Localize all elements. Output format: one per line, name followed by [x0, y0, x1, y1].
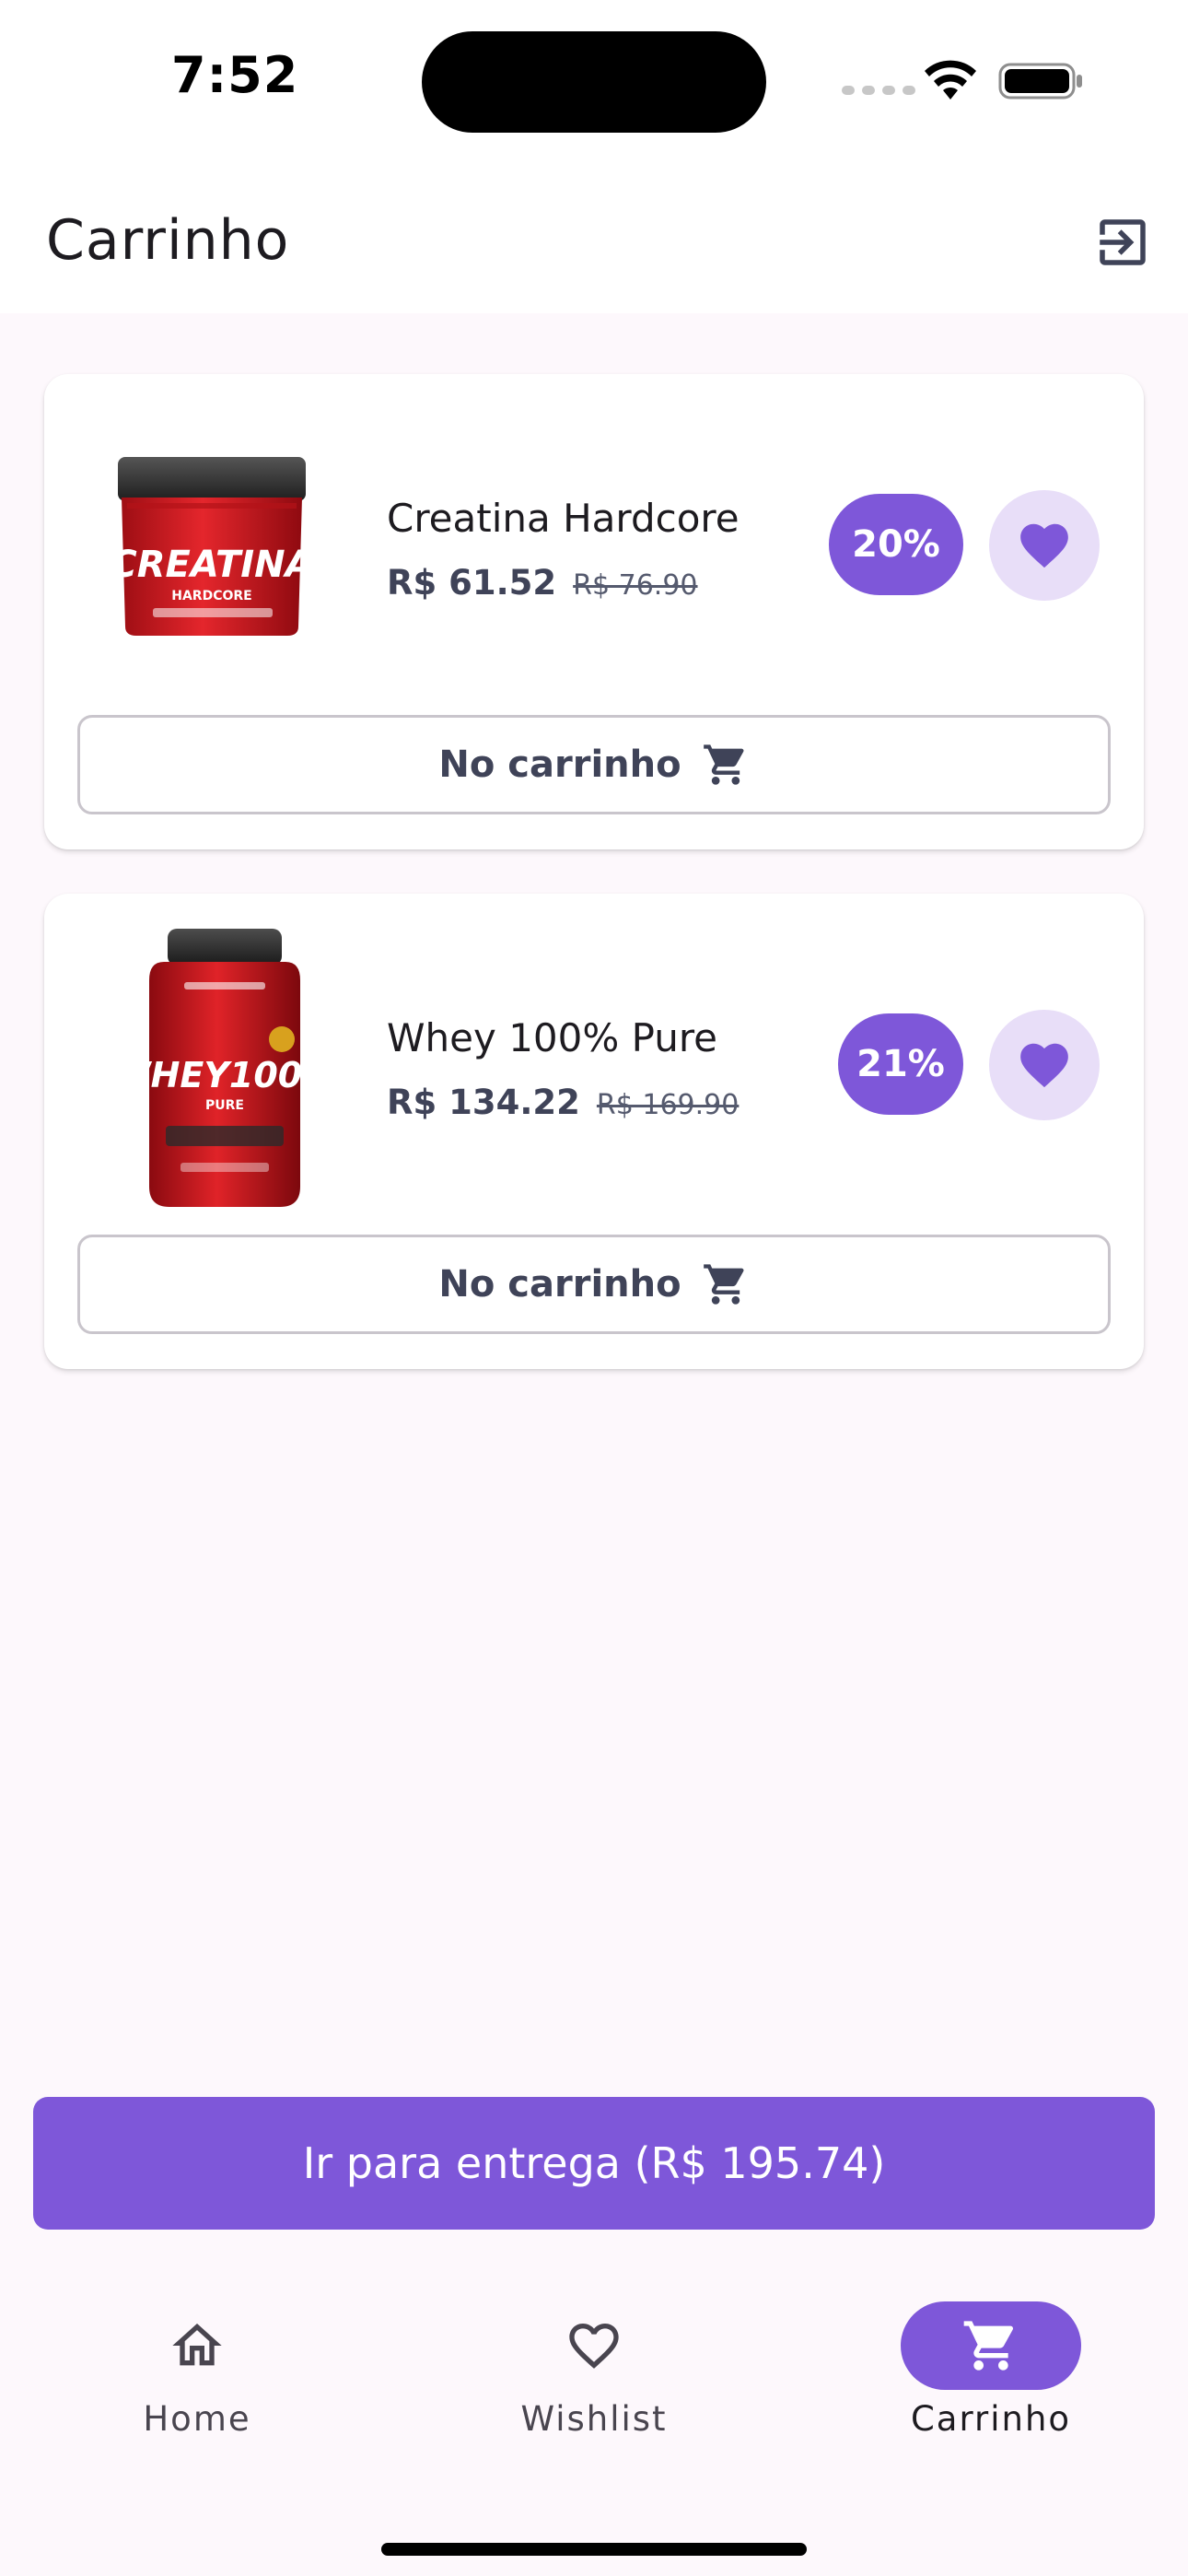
bottom-navigation: Home Wishlist Carrinho: [0, 2259, 1188, 2576]
product-image-label: WHEY100%: [112, 1055, 328, 1095]
nav-item-wishlist[interactable]: Wishlist: [456, 2301, 732, 2458]
cellular-signal-icon: [842, 86, 915, 95]
nav-pill: [504, 2301, 684, 2390]
product-image-label: CREATINA: [110, 544, 313, 586]
cart-icon: [703, 1264, 744, 1305]
status-bar: 7:52: [0, 0, 1188, 175]
product-image-sublabel: HARDCORE: [171, 589, 251, 603]
cart-icon: [963, 2321, 1014, 2371]
cart-item-card: CREATINA HARDCORE Creatina Hardcore R$ 6…: [44, 374, 1144, 849]
product-image-whey: WHEY100% PURE: [112, 929, 328, 1207]
heart-icon: [569, 2324, 619, 2369]
nav-pill: [107, 2301, 287, 2390]
nav-label: Carrinho: [910, 2399, 1072, 2439]
in-cart-label: No carrinho: [438, 1263, 681, 1306]
product-price: R$ 134.22: [387, 1083, 580, 1122]
product-image-sublabel: PURE: [205, 1098, 244, 1113]
app-bar: Carrinho: [0, 175, 1188, 313]
cart-item-card: WHEY100% PURE Whey 100% Pure R$ 134.22 R…: [44, 894, 1144, 1369]
in-cart-button[interactable]: No carrinho: [77, 715, 1111, 814]
price-row: R$ 61.52 R$ 76.90: [387, 563, 698, 603]
product-old-price: R$ 169.90: [596, 1089, 740, 1121]
page-title: Carrinho: [46, 208, 290, 273]
discount-badge: 21%: [838, 1013, 963, 1115]
battery-icon: [998, 63, 1082, 100]
home-icon: [172, 2324, 222, 2366]
product-name: Creatina Hardcore: [387, 496, 740, 541]
home-indicator: [381, 2543, 807, 2556]
wishlist-toggle-button[interactable]: [989, 1010, 1100, 1120]
product-old-price: R$ 76.90: [573, 569, 698, 602]
product-image-creatina: CREATINA HARDCORE: [110, 457, 314, 636]
heart-filled-icon: [1020, 523, 1068, 568]
price-row: R$ 134.22 R$ 169.90: [387, 1083, 739, 1122]
screen: 7:52 Carrinho CREATINA HARDCORE Creatina…: [0, 0, 1188, 2576]
product-name: Whey 100% Pure: [387, 1015, 718, 1060]
nav-item-cart[interactable]: Carrinho: [853, 2301, 1129, 2458]
heart-filled-icon: [1020, 1043, 1068, 1088]
nav-label: Wishlist: [520, 2399, 668, 2439]
cart-icon: [703, 744, 744, 785]
product-price: R$ 61.52: [387, 563, 557, 603]
discount-badge: 20%: [829, 494, 963, 595]
nav-item-home[interactable]: Home: [59, 2301, 335, 2458]
nav-pill-active: [901, 2301, 1081, 2390]
in-cart-button[interactable]: No carrinho: [77, 1235, 1111, 1334]
logout-icon[interactable]: [1092, 212, 1153, 273]
nav-label: Home: [143, 2399, 251, 2439]
in-cart-label: No carrinho: [438, 744, 681, 786]
checkout-button[interactable]: Ir para entrega (R$ 195.74): [33, 2097, 1155, 2230]
dynamic-island: [422, 31, 766, 133]
status-time: 7:52: [171, 46, 299, 104]
wishlist-toggle-button[interactable]: [989, 490, 1100, 601]
wifi-icon: [925, 60, 976, 100]
